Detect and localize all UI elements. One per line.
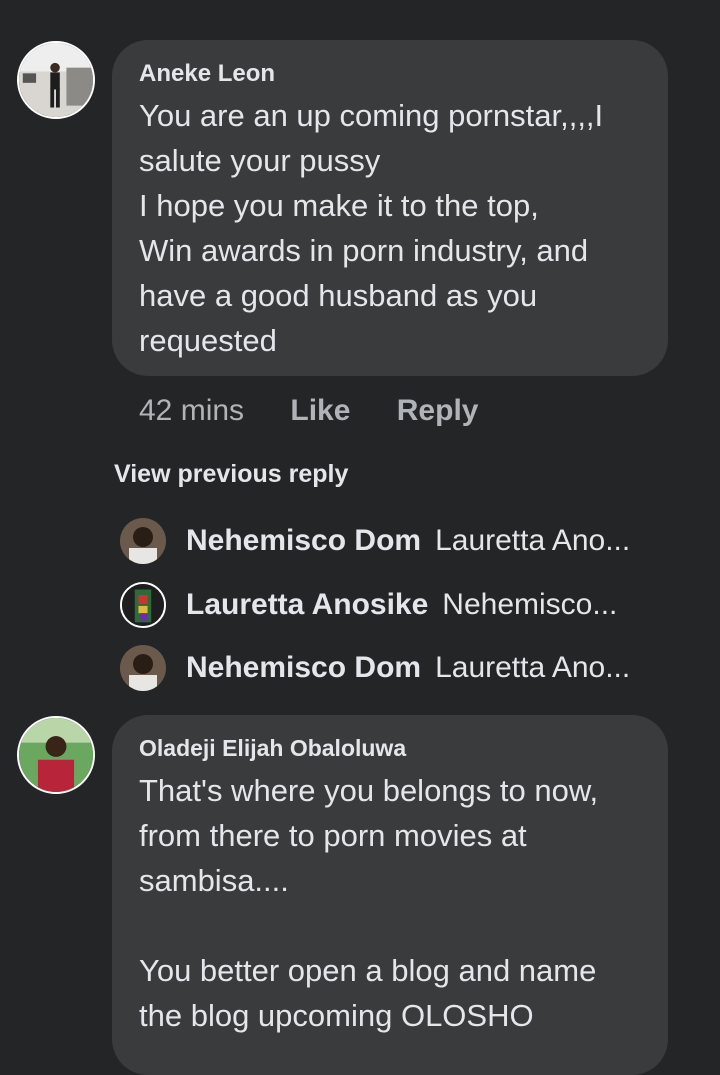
person-photo-icon <box>19 718 93 792</box>
person-photo-icon <box>122 584 164 626</box>
person-photo-icon <box>19 43 93 117</box>
reply-item[interactable]: Lauretta Anosike Nehemisco... <box>120 582 700 630</box>
reply-item[interactable]: Nehemisco Dom Lauretta Ano... <box>120 518 700 566</box>
reply-snippet: Lauretta Ano... <box>435 651 631 684</box>
view-previous-reply-link[interactable]: View previous reply <box>114 460 348 489</box>
like-button[interactable]: Like <box>290 394 350 428</box>
avatar <box>120 518 166 564</box>
comment-text: That's where you belongs to now, from th… <box>139 773 599 1033</box>
reply-author[interactable]: Nehemisco Dom <box>186 524 421 557</box>
comment-author[interactable]: Aneke Leon <box>139 60 275 88</box>
comment-text: You are an up coming pornstar,,,,I salut… <box>139 98 604 358</box>
reply-author[interactable]: Lauretta Anosike <box>186 588 428 621</box>
avatar <box>120 645 166 691</box>
avatar[interactable] <box>17 716 95 794</box>
comment-actions: 42 mins Like Reply <box>139 394 478 428</box>
reply-button[interactable]: Reply <box>397 394 479 428</box>
comment-timestamp[interactable]: 42 mins <box>139 394 244 428</box>
person-photo-icon <box>120 645 166 691</box>
avatar <box>120 582 166 628</box>
avatar[interactable] <box>17 41 95 119</box>
reply-author[interactable]: Nehemisco Dom <box>186 651 421 684</box>
comment-author[interactable]: Oladeji Elijah Obaloluwa <box>139 735 406 762</box>
reply-item[interactable]: Nehemisco Dom Lauretta Ano... <box>120 645 700 693</box>
reply-snippet: Lauretta Ano... <box>435 524 631 557</box>
person-photo-icon <box>120 518 166 564</box>
reply-snippet: Nehemisco... <box>442 588 618 621</box>
